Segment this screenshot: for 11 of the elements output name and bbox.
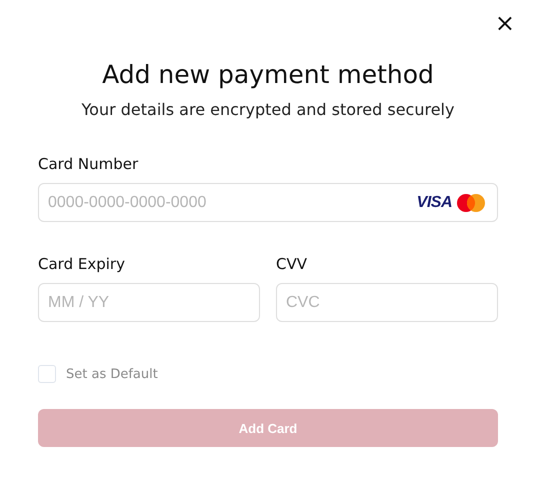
card-circles-icon: [456, 193, 486, 213]
checkbox-label: Set as Default: [66, 366, 158, 382]
close-button[interactable]: ×: [492, 10, 517, 36]
dialog-subtitle: Your details are encrypted and stored securely: [80, 99, 456, 121]
field-label: Card Expiry: [38, 254, 126, 274]
visa-logo: VISA: [416, 194, 452, 212]
input-field[interactable]: MM / YY: [38, 283, 260, 322]
field-label: Card Number: [38, 154, 140, 174]
input-field[interactable]: CVC: [276, 283, 498, 322]
field-label: CVV: [276, 254, 308, 274]
dialog-title: Add new payment method: [101, 59, 435, 91]
